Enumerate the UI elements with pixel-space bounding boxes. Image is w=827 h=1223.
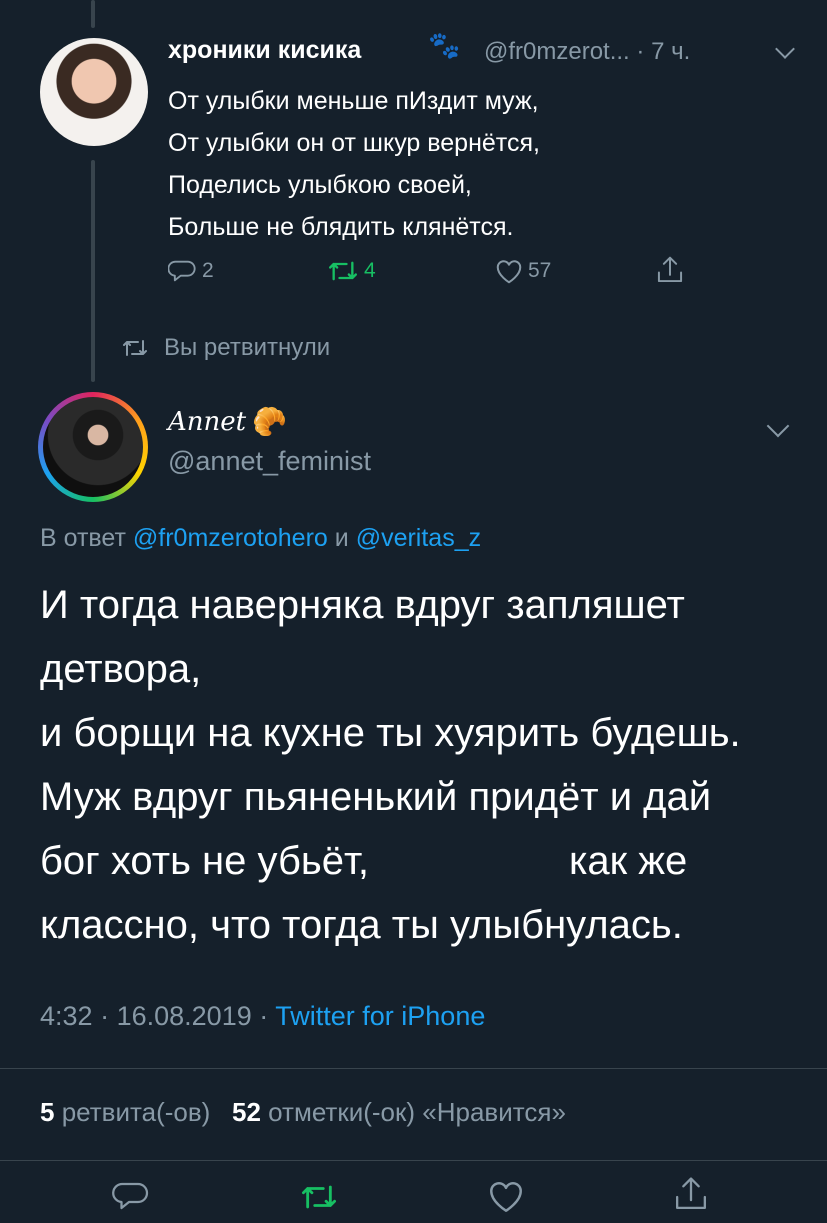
retweet-note: Вы ретвитнули bbox=[164, 334, 331, 361]
mention-link[interactable]: @fr0mzerotohero bbox=[133, 524, 328, 552]
tweet-line: И тогда наверняка вдруг запляшет bbox=[40, 583, 685, 627]
tweet-meta: @fr0mzerot... · 7 ч. bbox=[484, 38, 690, 66]
retweet-total: 5 bbox=[40, 1097, 55, 1127]
thread-line bbox=[91, 160, 95, 382]
chevron-down-icon[interactable] bbox=[775, 39, 795, 59]
share-button[interactable] bbox=[672, 1174, 710, 1214]
mention-link[interactable]: @veritas_z bbox=[356, 524, 481, 552]
display-name[interactable]: Annet 🥐 bbox=[168, 405, 287, 438]
reply-button[interactable] bbox=[112, 1178, 152, 1214]
retweeted-indicator: Вы ретвитнули bbox=[120, 334, 330, 362]
retweet-button[interactable] bbox=[298, 1180, 340, 1214]
reply-icon bbox=[112, 1182, 149, 1210]
tweet-line: Больше не блядить клянётся. bbox=[168, 213, 514, 241]
reply-prefix: В ответ bbox=[40, 524, 126, 552]
tweet-line: Муж вдруг пьяненький придёт и дай bbox=[40, 775, 712, 819]
retweet-count: 4 bbox=[364, 259, 376, 282]
like-button[interactable] bbox=[486, 1178, 526, 1214]
thread-line-top bbox=[91, 0, 95, 28]
tweet-line: детвора, bbox=[40, 647, 202, 691]
display-name[interactable]: хроники кисика bbox=[168, 36, 361, 65]
dot: · bbox=[259, 1001, 269, 1031]
retweet-label: ретвита(-ов) bbox=[61, 1097, 211, 1127]
heart-icon bbox=[496, 260, 522, 284]
retweet-icon bbox=[123, 340, 147, 356]
tweet-line: и борщи на кухне ты хуярить будешь. bbox=[40, 711, 741, 755]
retweets-link[interactable]: 5 ретвита(-ов) bbox=[40, 1097, 210, 1127]
engagement-counts: 5 ретвита(-ов) 52 отметки(-ок) «Нравится… bbox=[40, 1097, 566, 1128]
retweet-icon bbox=[329, 261, 358, 281]
likes-link[interactable]: 52 отметки(-ок) «Нравится» bbox=[232, 1097, 566, 1127]
tweet-text: От улыбки меньше пИздит муж, От улыбки о… bbox=[168, 80, 788, 248]
like-button[interactable]: 57 bbox=[494, 257, 551, 285]
timestamp[interactable]: 7 ч. bbox=[651, 38, 690, 65]
paw-icon: 🐾 bbox=[428, 30, 461, 60]
handle[interactable]: @annet_feminist bbox=[168, 446, 371, 477]
tweet-line: Поделись улыбкою своей, bbox=[168, 171, 472, 199]
dot: · bbox=[100, 1001, 110, 1031]
share-button[interactable] bbox=[655, 254, 685, 286]
tweet-line: классно, что тогда ты улыбнулась. bbox=[40, 903, 683, 947]
tweet-time: 4:32 bbox=[40, 1001, 93, 1031]
divider bbox=[0, 1160, 827, 1161]
chevron-down-icon[interactable] bbox=[766, 414, 790, 438]
share-icon bbox=[676, 1177, 706, 1209]
avatar-image bbox=[43, 397, 143, 497]
source-link[interactable]: Twitter for iPhone bbox=[275, 1001, 485, 1031]
like-label: отметки(-ок) «Нравится» bbox=[268, 1097, 566, 1127]
share-icon bbox=[657, 256, 683, 283]
tweet-line: бог хоть не убьёт, как же bbox=[40, 839, 688, 883]
reply-icon bbox=[168, 260, 196, 282]
heart-icon bbox=[490, 1182, 522, 1212]
reply-button[interactable]: 2 bbox=[168, 257, 214, 285]
tweet-text: И тогда наверняка вдруг запляшет детвора… bbox=[40, 573, 800, 957]
reply-count: 2 bbox=[202, 259, 214, 282]
display-name-text: Annet bbox=[168, 406, 247, 437]
retweet-icon bbox=[302, 1185, 337, 1209]
tweet-date: 16.08.2019 bbox=[116, 1001, 252, 1031]
retweet-button[interactable]: 4 bbox=[326, 257, 376, 285]
like-total: 52 bbox=[232, 1097, 261, 1127]
dot: · bbox=[636, 38, 645, 65]
reply-and: и bbox=[334, 524, 349, 552]
tweet-line: От улыбки меньше пИздит муж, bbox=[168, 87, 539, 115]
handle[interactable]: @fr0mzerot... bbox=[484, 38, 630, 65]
avatar[interactable] bbox=[40, 38, 148, 146]
tweet-timestamp: 4:32 · 16.08.2019 · Twitter for iPhone bbox=[40, 1001, 485, 1032]
avatar[interactable] bbox=[38, 392, 148, 502]
croissant-icon: 🥐 bbox=[252, 405, 287, 438]
reply-context: В ответ @fr0mzerotohero и @veritas_z bbox=[40, 524, 481, 553]
tweet-line: От улыбки он от шкур вернётся, bbox=[168, 129, 540, 157]
divider bbox=[0, 1068, 827, 1069]
like-count: 57 bbox=[528, 259, 552, 282]
